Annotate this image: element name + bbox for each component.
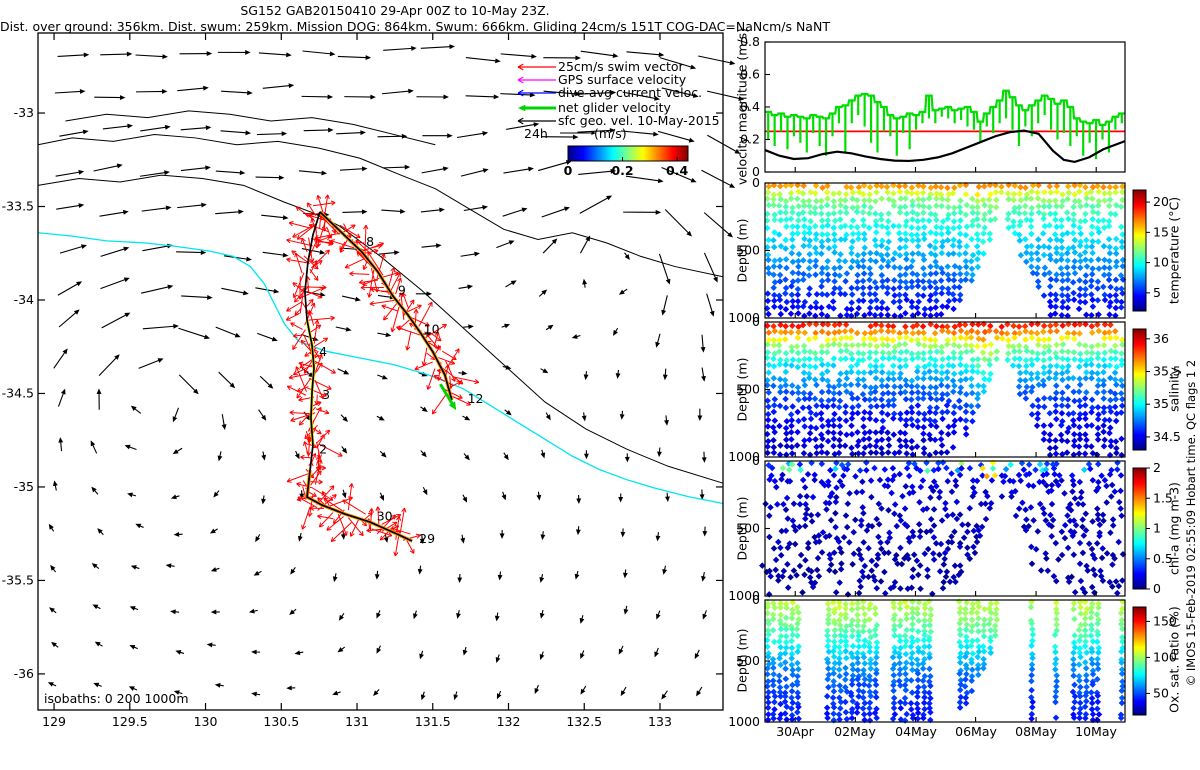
legend-label-dive-avg-current: dive-avg current veloc.: [558, 85, 702, 100]
map-quiver-layer: [48, 44, 744, 700]
svg-text:1: 1: [1153, 521, 1161, 536]
svg-text:0: 0: [1153, 581, 1161, 596]
temperature-section-colorbar: 5101520: [1133, 190, 1169, 311]
svg-text:130: 130: [194, 714, 218, 729]
svg-text:29: 29: [419, 531, 435, 546]
depth-axis-label-salinity: Depth (m): [735, 320, 750, 460]
svg-text:2: 2: [319, 441, 327, 456]
svg-text:-34: -34: [14, 292, 34, 307]
svg-text:131: 131: [345, 714, 369, 729]
figure-title: SG152 GAB20150410 29-Apr 00Z to 10-May 2…: [0, 3, 790, 18]
depth-axis-label-oxygen: Depth (m): [735, 591, 750, 731]
svg-text:-33: -33: [14, 105, 34, 120]
temperature-section-points: [764, 182, 1126, 320]
legend-scale-24h: 24h: [524, 126, 548, 141]
figure-subtitle: Dist. over ground: 356km. Dist. swum: 25…: [0, 19, 790, 34]
svg-text:30: 30: [377, 509, 393, 524]
svg-text:5: 5: [1153, 285, 1161, 300]
svg-text:3: 3: [322, 387, 330, 402]
legend-label-sfc-geo-velocity: sfc geo. vel. 10-May-2015: [558, 113, 720, 128]
date-tick-10may: 10May: [1061, 724, 1131, 739]
colorbar-label-oxygen: Ox. sat. ratio (%): [1167, 550, 1182, 770]
depth-axis-label-temperature: Depth (m): [735, 181, 750, 321]
svg-text:0: 0: [752, 453, 760, 468]
svg-text:131.5: 131.5: [415, 714, 451, 729]
oxygen-saturation-section-points: [764, 598, 1126, 724]
svg-text:0.2: 0.2: [611, 163, 633, 178]
glider-mission-figure: { "title": { "line1": "SG152 GAB20150410…: [0, 0, 1200, 750]
svg-text:10: 10: [424, 322, 440, 337]
svg-text:132: 132: [497, 714, 521, 729]
svg-text:-36: -36: [14, 666, 34, 681]
chlorophyll-section-points: [759, 459, 1126, 597]
velocity-panel: 00.20.40.60.8: [740, 34, 1125, 179]
svg-text:133: 133: [648, 714, 672, 729]
svg-text:8: 8: [366, 234, 374, 249]
svg-text:0: 0: [564, 163, 573, 178]
svg-text:130.5: 130.5: [263, 714, 299, 729]
svg-text:-33.5: -33.5: [2, 199, 34, 214]
imos-watermark: © IMOS 15-Feb-2019 02:55:09 Hobart time.…: [1184, 288, 1198, 758]
svg-text:129.5: 129.5: [112, 714, 148, 729]
svg-text:132.5: 132.5: [566, 714, 602, 729]
svg-text:0: 0: [752, 175, 760, 190]
salinity-section-points: [764, 321, 1126, 459]
date-tick-02may: 02May: [820, 724, 890, 739]
svg-text:-34.5: -34.5: [2, 385, 34, 400]
svg-text:0: 0: [752, 314, 760, 329]
svg-text:-35: -35: [14, 479, 34, 494]
svg-text:4: 4: [319, 344, 327, 359]
svg-text:12: 12: [468, 391, 484, 406]
svg-text:0.4: 0.4: [666, 163, 688, 178]
depth-axis-label-chlorophyll: Depth (m): [735, 459, 750, 599]
isobaths-label: isobaths: 0 200 1000m: [44, 691, 189, 706]
svg-text:2: 2: [1153, 460, 1161, 475]
legend-units-label: (m/s): [594, 126, 627, 141]
svg-text:-35.5: -35.5: [2, 572, 34, 587]
svg-text:129: 129: [42, 714, 66, 729]
svg-text:0: 0: [752, 592, 760, 607]
svg-text:9: 9: [398, 282, 406, 297]
